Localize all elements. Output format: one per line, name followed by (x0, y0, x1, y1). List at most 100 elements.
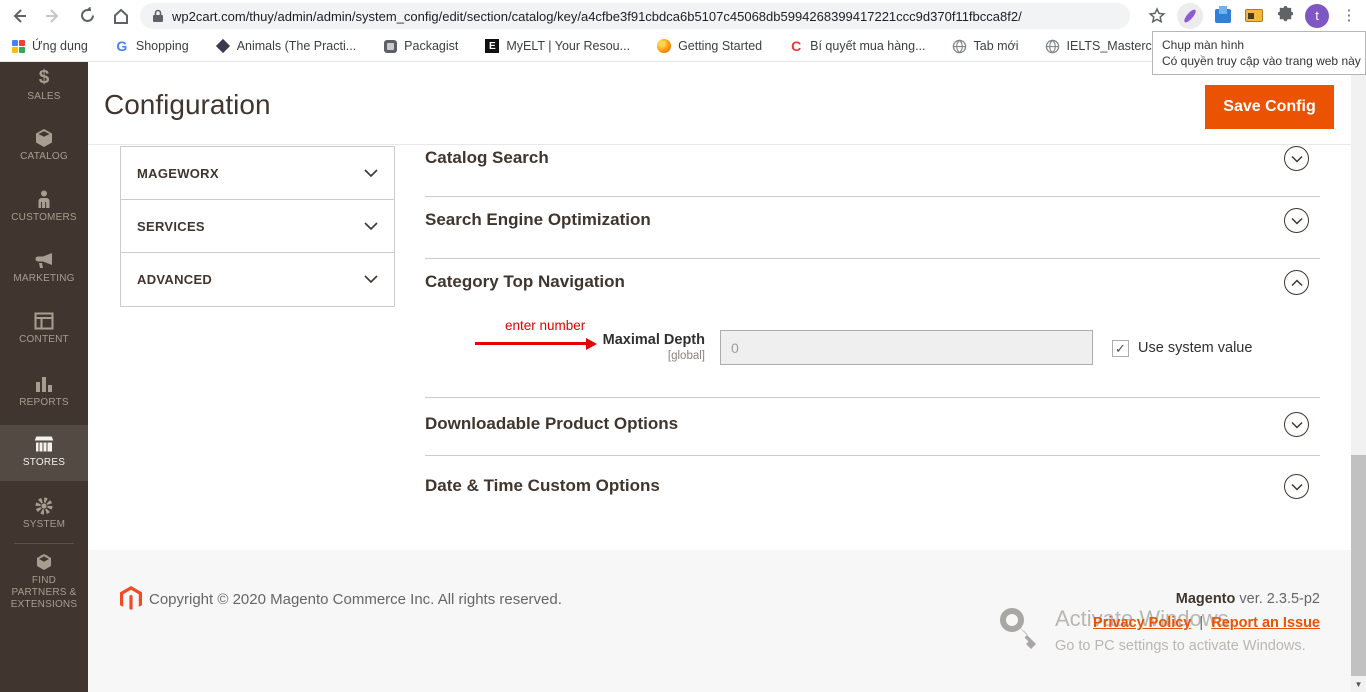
section-catalog-search[interactable]: Catalog Search (425, 148, 549, 168)
sidebar-item-marketing[interactable]: MARKETING (0, 250, 88, 285)
sidebar-item-customers[interactable]: CUSTOMERS (0, 189, 88, 224)
bookmark-getting-started[interactable]: Getting Started (656, 38, 762, 54)
chevron-down-icon[interactable] (1284, 146, 1309, 171)
section-downloadable[interactable]: Downloadable Product Options (425, 414, 678, 434)
bookmark-myelt[interactable]: E MyELT | Your Resou... (484, 38, 630, 54)
customers-icon (34, 189, 54, 209)
pen-extension-icon[interactable] (1177, 3, 1203, 29)
bookmark-apps[interactable]: Ứng dụng (10, 38, 88, 54)
use-system-value-checkbox[interactable]: ✓ (1112, 340, 1129, 357)
version-line: Magento ver. 2.3.5-p2 (1176, 591, 1320, 607)
sidebar-divider (14, 543, 74, 544)
version-text: ver. 2.3.5-p2 (1235, 591, 1320, 607)
report-issue-link[interactable]: Report an Issue (1211, 615, 1320, 631)
maximal-depth-input[interactable] (720, 330, 1093, 365)
url-text[interactable]: wp2cart.com/thuy/admin/admin/system_conf… (172, 9, 1022, 24)
section-date-time[interactable]: Date & Time Custom Options (425, 476, 660, 496)
section-category-top-navigation[interactable]: Category Top Navigation (425, 272, 625, 292)
star-icon[interactable] (1146, 5, 1168, 27)
dollar-icon: $ (0, 68, 88, 88)
config-nav-mageworx[interactable]: MAGEWORX (121, 147, 394, 200)
chevron-down-icon (364, 169, 378, 178)
google-icon: G (114, 38, 130, 54)
extensions-icon (34, 552, 54, 572)
annotation-text: enter number (505, 318, 585, 333)
reports-icon (34, 374, 54, 394)
field-label-block: Maximal Depth [global] (525, 332, 705, 362)
copyright-text: Copyright © 2020 Magento Commerce Inc. A… (149, 591, 562, 608)
box-extension-icon[interactable] (1243, 5, 1265, 27)
chevron-down-icon[interactable] (1284, 412, 1309, 437)
key-icon (996, 606, 1046, 654)
myelt-icon: E (484, 38, 500, 54)
apps-grid-icon (10, 38, 26, 54)
forward-icon[interactable] (38, 3, 68, 29)
privacy-policy-link[interactable]: Privacy Policy (1093, 615, 1191, 631)
page-title: Configuration (104, 89, 271, 121)
admin-sidebar: $ SALES CATALOG CUSTOMERS MARKETING CONT… (0, 62, 88, 692)
kebab-menu-icon[interactable]: ⋮ (1338, 5, 1360, 27)
marketing-icon (34, 250, 55, 270)
tooltip-line1: Chụp màn hình (1162, 37, 1356, 53)
puzzle-extension-icon[interactable] (1274, 5, 1296, 27)
home-icon[interactable] (106, 3, 136, 29)
bookmark-animals[interactable]: Animals (The Practi... (215, 38, 356, 54)
tooltip-line2: Có quyền truy cập vào trang web này (1162, 53, 1356, 69)
bookmark-shopping[interactable]: G Shopping (114, 38, 189, 54)
maximal-depth-label: Maximal Depth (525, 332, 705, 348)
footer-links: Privacy Policy | Report an Issue (1093, 615, 1320, 631)
bookmark-biquyet[interactable]: C Bí quyết mua hàng... (788, 38, 925, 54)
config-sections: Catalog Search Search Engine Optimizatio… (425, 146, 1320, 550)
globe-icon (1045, 38, 1061, 54)
scope-label: [global] (525, 350, 705, 362)
address-bar[interactable]: wp2cart.com/thuy/admin/admin/system_conf… (140, 3, 1130, 29)
section-seo[interactable]: Search Engine Optimization (425, 210, 651, 230)
section-divider (425, 258, 1320, 259)
back-icon[interactable] (4, 3, 34, 29)
chevron-down-icon[interactable] (1284, 208, 1309, 233)
content-icon (34, 311, 54, 331)
sidebar-item-catalog[interactable]: CATALOG (0, 128, 88, 163)
stores-icon (33, 434, 55, 454)
diamond-icon (215, 38, 231, 54)
config-nav-services[interactable]: SERVICES (121, 200, 394, 253)
use-system-value-label: Use system value (1138, 340, 1252, 356)
firefox-icon (656, 38, 672, 54)
page-scrollbar[interactable]: ▲ ▼ (1351, 62, 1366, 692)
globe-icon (952, 38, 968, 54)
reload-icon[interactable] (72, 3, 102, 29)
admin-main: Configuration Save Config MAGEWORX SERVI… (88, 62, 1351, 692)
browser-toolbar: wp2cart.com/thuy/admin/admin/system_conf… (0, 0, 1366, 31)
sidebar-item-sales[interactable]: $ SALES (0, 68, 88, 103)
sidebar-item-stores[interactable]: STORES (0, 425, 88, 481)
chevron-up-icon[interactable] (1284, 270, 1309, 295)
catalog-icon (34, 128, 54, 148)
magento-logo (120, 586, 142, 611)
sidebar-item-reports[interactable]: REPORTS (0, 374, 88, 409)
c-icon: C (788, 38, 804, 54)
sidebar-item-system[interactable]: SYSTEM (0, 496, 88, 531)
scroll-down-icon[interactable]: ▼ (1351, 677, 1366, 692)
section-divider (425, 397, 1320, 398)
config-nav-panel: MAGEWORX SERVICES ADVANCED (120, 146, 395, 307)
download-extension-icon[interactable] (1212, 5, 1234, 27)
chevron-down-icon (364, 275, 378, 284)
config-nav-advanced[interactable]: ADVANCED (121, 253, 394, 306)
scrollbar-thumb[interactable] (1351, 455, 1366, 676)
save-config-button[interactable]: Save Config (1205, 85, 1334, 129)
packagist-icon (382, 38, 398, 54)
magento-brand: Magento (1176, 591, 1236, 607)
system-icon (34, 496, 54, 516)
bookmark-new-tab[interactable]: Tab mới (952, 38, 1019, 54)
bookmark-packagist[interactable]: Packagist (382, 38, 458, 54)
avatar[interactable]: t (1305, 4, 1329, 28)
link-separator: | (1199, 615, 1203, 631)
chevron-down-icon (364, 222, 378, 231)
admin-footer: Copyright © 2020 Magento Commerce Inc. A… (88, 550, 1351, 692)
section-divider (425, 455, 1320, 456)
extension-tooltip: Chụp màn hình Có quyền truy cập vào tran… (1152, 31, 1366, 75)
section-divider (425, 196, 1320, 197)
sidebar-item-content[interactable]: CONTENT (0, 311, 88, 346)
sidebar-item-find-partners[interactable]: FIND PARTNERS & EXTENSIONS (0, 552, 88, 611)
chevron-down-icon[interactable] (1284, 474, 1309, 499)
